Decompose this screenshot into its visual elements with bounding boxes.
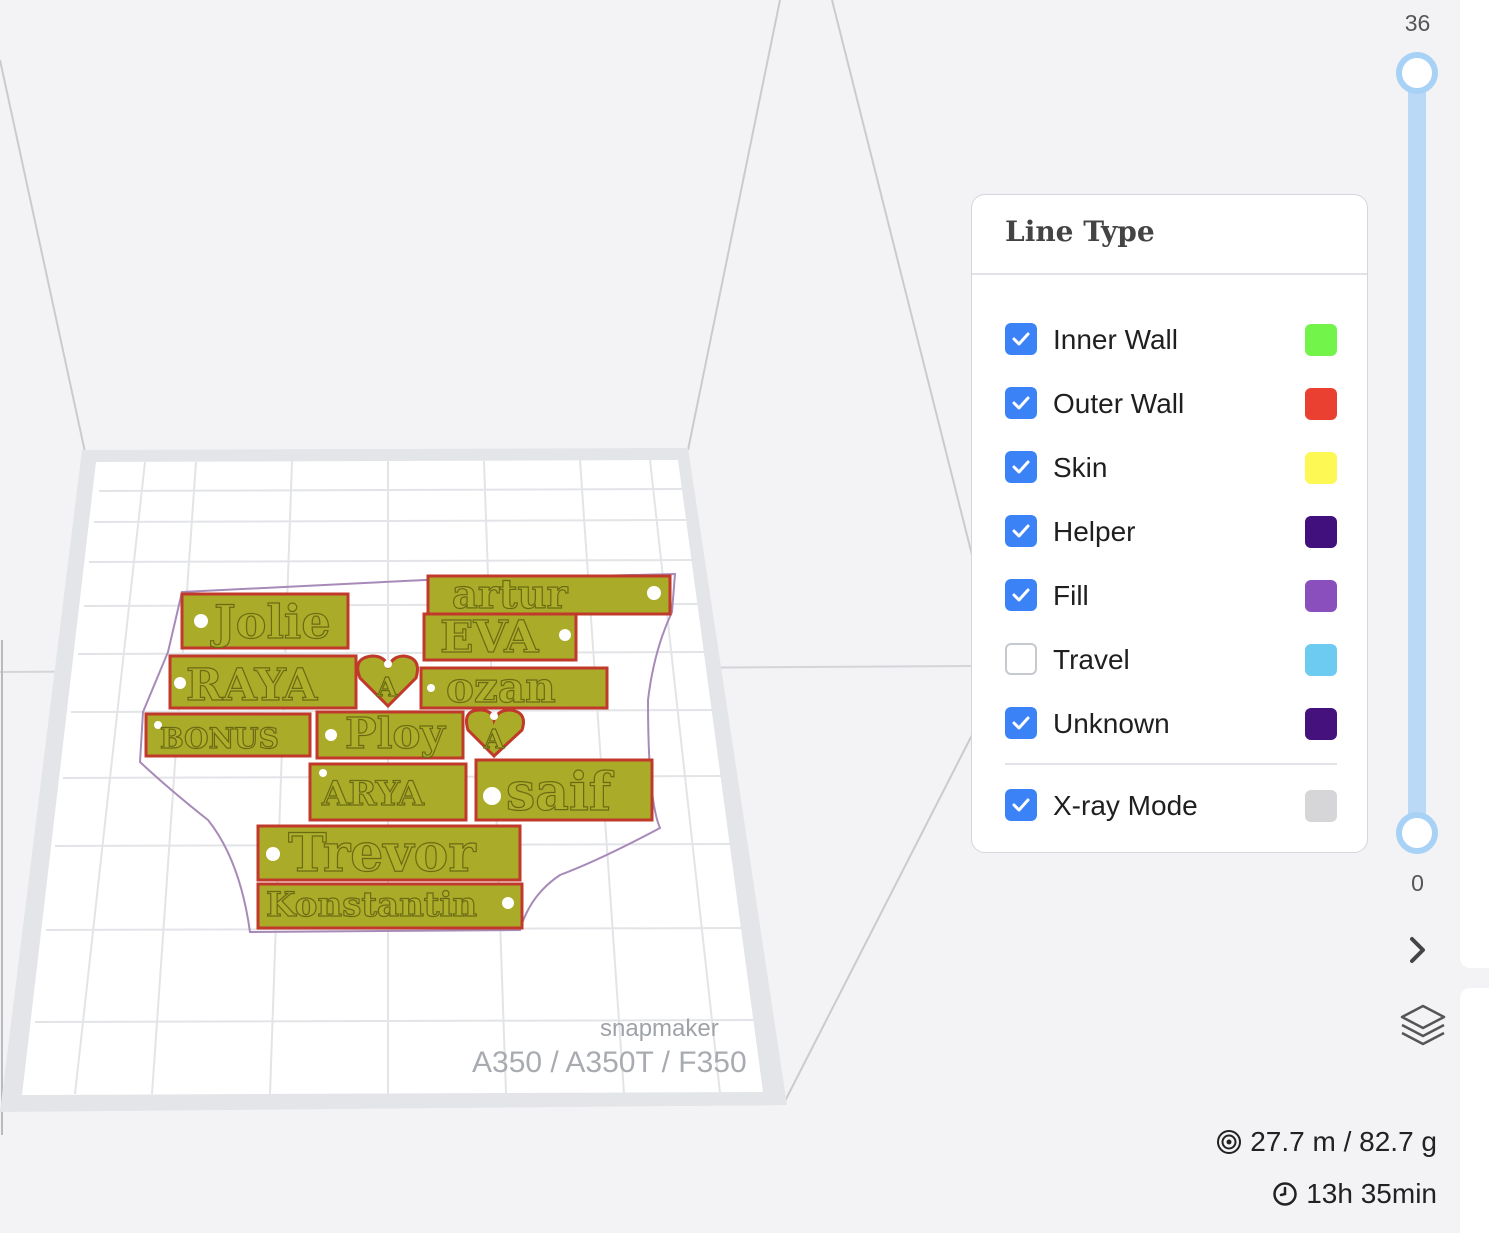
svg-text:ozan: ozan — [446, 663, 556, 712]
svg-text:BONUS: BONUS — [160, 722, 279, 755]
svg-text:Trevor: Trevor — [288, 823, 476, 884]
line-type-divider — [1005, 763, 1337, 765]
outer-wall-color-swatch — [1305, 388, 1337, 420]
svg-text:saif: saif — [506, 762, 615, 823]
layer-slider-min-label: 0 — [1411, 870, 1424, 896]
volume-edge-right-bottom — [783, 734, 973, 1104]
line-type-panel: Line Type Inner Wall Outer Wall Skin Helper… — [971, 194, 1368, 853]
tag-saif: saif — [474, 758, 654, 824]
outer-wall-checkbox[interactable] — [1005, 387, 1037, 419]
tag-raya: RAYA — [168, 654, 358, 712]
tag-ploy: Ploy — [315, 708, 465, 760]
layers-view-button[interactable] — [1396, 1000, 1450, 1054]
line-type-title: Line Type — [972, 195, 1367, 275]
xray-mode-checkbox[interactable] — [1005, 789, 1037, 821]
check-icon — [1012, 332, 1030, 346]
svg-text:RAYA: RAYA — [186, 660, 318, 711]
inner-wall-color-swatch — [1305, 324, 1337, 356]
helper-color-swatch — [1305, 516, 1337, 548]
line-type-row-inner-wall[interactable]: Inner Wall — [1005, 321, 1337, 361]
helper-checkbox[interactable] — [1005, 515, 1037, 547]
layer-slider-track[interactable] — [1408, 73, 1426, 833]
chevron-right-icon — [1410, 937, 1425, 963]
travel-label: Travel — [1053, 644, 1130, 675]
volume-edge-back-right — [687, 0, 781, 451]
volume-edge-right-top — [831, 0, 973, 556]
unknown-checkbox[interactable] — [1005, 707, 1037, 739]
check-icon — [1012, 716, 1030, 730]
line-type-row-skin[interactable]: Skin — [1005, 449, 1337, 489]
line-type-row-unknown[interactable]: Unknown — [1005, 705, 1337, 745]
inner-wall-label: Inner Wall — [1053, 324, 1179, 355]
tag-artur: artur — [426, 570, 672, 619]
svg-text:A: A — [483, 725, 505, 755]
svg-text:A: A — [376, 673, 398, 703]
layers-icon — [1400, 1004, 1446, 1046]
fill-checkbox[interactable] — [1005, 579, 1037, 611]
skin-checkbox[interactable] — [1005, 451, 1037, 483]
line-type-row-fill[interactable]: Fill — [1005, 577, 1337, 617]
tag-arya: ARYA — [308, 762, 468, 822]
check-icon — [1012, 460, 1030, 474]
layer-slider-upper-handle[interactable] — [1396, 52, 1438, 94]
travel-color-swatch — [1305, 644, 1337, 676]
xray-mode-color-swatch — [1305, 790, 1337, 822]
right-edge-panels — [1460, 0, 1489, 1233]
helper-label: Helper — [1053, 516, 1136, 547]
svg-text:ARYA: ARYA — [321, 774, 425, 814]
outer-wall-label: Outer Wall — [1053, 388, 1185, 419]
skin-color-swatch — [1305, 452, 1337, 484]
machine-model-label: A350 / A350T / F350 — [472, 1046, 747, 1079]
right-panel-bottom — [1460, 988, 1489, 1233]
tag-ozan: ozan — [419, 662, 609, 713]
brand-logo-text: snapmaker — [600, 1015, 719, 1042]
check-icon — [1012, 588, 1030, 602]
line-type-row-outer-wall[interactable]: Outer Wall — [1005, 385, 1337, 425]
travel-checkbox[interactable] — [1005, 643, 1037, 675]
layer-slider[interactable]: 36 0 — [1395, 0, 1440, 900]
tag-eva: EVA — [422, 611, 578, 664]
check-icon — [1012, 524, 1030, 538]
skin-label: Skin — [1053, 452, 1108, 483]
tag-jolie: Jolie — [180, 592, 350, 650]
svg-text:EVA: EVA — [440, 612, 539, 663]
unknown-color-swatch — [1305, 708, 1337, 740]
tag-konstantin: Konstantin — [256, 882, 524, 930]
svg-text:Konstantin: Konstantin — [266, 885, 477, 925]
tag-trevor: Trevor — [256, 822, 522, 885]
material-usage-value: 27.7 m / 82.7 g — [1250, 1126, 1437, 1157]
inner-wall-checkbox[interactable] — [1005, 323, 1037, 355]
right-panel-top — [1460, 0, 1489, 968]
xray-mode-label: X-ray Mode — [1053, 790, 1198, 821]
svg-text:artur: artur — [452, 571, 569, 618]
target-icon — [1217, 1130, 1242, 1154]
line-type-row-travel[interactable]: Travel — [1005, 641, 1337, 681]
material-usage-stat: 27.7 m / 82.7 g — [1216, 1126, 1437, 1158]
check-icon — [1012, 798, 1030, 812]
expand-panel-button[interactable] — [1400, 930, 1436, 970]
volume-edge-left — [0, 59, 86, 453]
xray-mode-row[interactable]: X-ray Mode — [1005, 787, 1337, 827]
clock-icon — [1273, 1182, 1297, 1206]
check-icon — [1012, 396, 1030, 410]
print-time-stat: 13h 35min — [1272, 1178, 1437, 1210]
fill-label: Fill — [1053, 580, 1089, 611]
svg-text:Jolie: Jolie — [210, 595, 331, 649]
line-type-row-helper[interactable]: Helper — [1005, 513, 1337, 553]
print-time-value: 13h 35min — [1306, 1178, 1437, 1209]
layer-slider-max-label: 36 — [1404, 10, 1431, 36]
svg-text:Ploy: Ploy — [345, 709, 447, 758]
unknown-label: Unknown — [1053, 708, 1170, 739]
layer-slider-lower-handle[interactable] — [1396, 812, 1438, 854]
fill-color-swatch — [1305, 580, 1337, 612]
tag-bonus: BONUS — [144, 712, 312, 758]
